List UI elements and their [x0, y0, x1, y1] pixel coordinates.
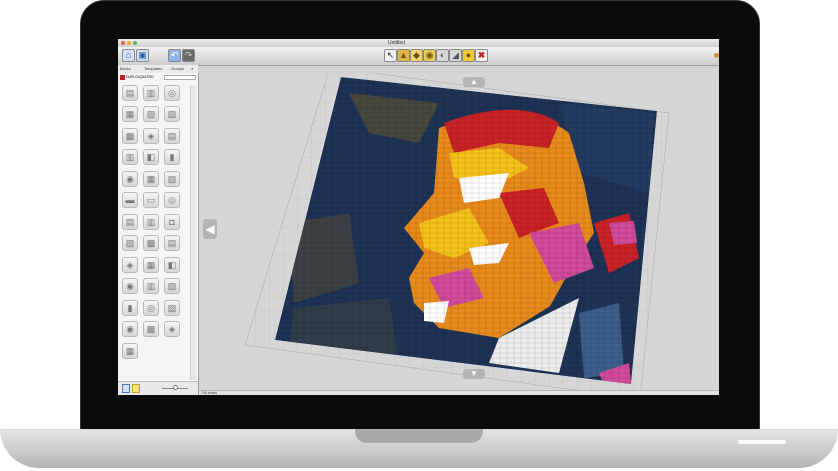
home-icon[interactable]: ⌂: [122, 49, 135, 62]
clone-icon[interactable]: ◆: [410, 49, 423, 62]
minimize-window-button[interactable]: [127, 41, 131, 45]
palette-footer: [118, 381, 198, 395]
brick-thumbnail[interactable]: ◎: [143, 300, 159, 316]
laptop-notch: [355, 429, 483, 443]
brick-thumbnail[interactable]: ▥: [143, 214, 159, 230]
tab-templates[interactable]: Templates: [144, 65, 162, 73]
brick-thumbnail[interactable]: ▭: [143, 192, 159, 208]
delete-icon[interactable]: ✖: [475, 49, 488, 62]
save-icon[interactable]: ▣: [136, 49, 149, 62]
category-label: DUPLO/QUATRO: [125, 75, 154, 79]
brick-thumbnail[interactable]: ◈: [143, 128, 159, 144]
brick-thumbnail[interactable]: ▦: [122, 343, 138, 359]
brick-thumbnail[interactable]: ◎: [164, 192, 180, 208]
size-slider-knob[interactable]: [173, 385, 178, 390]
zoom-window-button[interactable]: [133, 41, 137, 45]
brick-thumbnail[interactable]: ▧: [164, 278, 180, 294]
palette-scrollbar[interactable]: [190, 85, 196, 380]
brick-thumbnail[interactable]: ▩: [122, 128, 138, 144]
brick-thumbnail[interactable]: ▦: [143, 257, 159, 273]
pan-up-button[interactable]: ▲: [463, 77, 485, 87]
toolbar-indicator: [714, 53, 719, 58]
brick-thumbnail[interactable]: ▨: [164, 300, 180, 316]
app-screen: Untitled ⌂ ▣ ↶ ↷ ↖ ▲ ◆ ◉ ◐ ◢ ● ✖ Bricks …: [118, 39, 719, 395]
mosaic-canvas[interactable]: [199, 66, 719, 395]
brick-thumbnail[interactable]: ▥: [143, 278, 159, 294]
brick-thumbnail[interactable]: ▮: [164, 149, 180, 165]
hinge-icon[interactable]: ◉: [423, 49, 436, 62]
paint-bucket-icon[interactable]: ◢: [449, 49, 462, 62]
main-toolbar: ⌂ ▣ ↶ ↷ ↖ ▲ ◆ ◉ ◐ ◢ ● ✖: [118, 47, 719, 66]
close-window-button[interactable]: [121, 41, 125, 45]
brick-thumbnail[interactable]: ◧: [143, 149, 159, 165]
brick-thumbnail[interactable]: ◘: [164, 214, 180, 230]
tab-groups[interactable]: Groups: [171, 65, 184, 73]
laptop-indicator-light: [738, 440, 786, 444]
brick-thumbnail[interactable]: ▧: [164, 171, 180, 187]
brick-thumbnail[interactable]: ▦: [122, 106, 138, 122]
portrait-mosaic: [275, 77, 657, 384]
brick-thumbnail[interactable]: ◈: [164, 321, 180, 337]
brick-thumbnail[interactable]: ▤: [164, 128, 180, 144]
brick-thumbnail[interactable]: ▥: [143, 85, 159, 101]
brick-thumbnail[interactable]: ▮: [122, 300, 138, 316]
search-input[interactable]: [164, 75, 196, 80]
select-icon[interactable]: ↖: [384, 49, 397, 62]
status-bar: 768 bricks: [199, 390, 719, 395]
redo-icon[interactable]: ↷: [182, 49, 195, 62]
brick-thumbnail[interactable]: ▨: [164, 106, 180, 122]
brick-thumbnail[interactable]: ▥: [122, 149, 138, 165]
brick-thumbnail[interactable]: ▤: [122, 214, 138, 230]
brick-thumbnail[interactable]: ◈: [122, 257, 138, 273]
add-tab-icon[interactable]: ●: [191, 65, 193, 73]
brick-thumbnail[interactable]: ◉: [122, 321, 138, 337]
hide-icon[interactable]: ●: [462, 49, 475, 62]
brick-thumbnail[interactable]: ▤: [164, 235, 180, 251]
undo-icon[interactable]: ↶: [168, 49, 181, 62]
window-title: Untitled: [388, 40, 405, 46]
brick-thumbnail[interactable]: ▦: [143, 171, 159, 187]
pan-down-button[interactable]: ▼: [463, 369, 485, 379]
brick-thumbnail[interactable]: ▨: [122, 235, 138, 251]
pan-left-button[interactable]: ◀: [203, 219, 217, 239]
build-viewport[interactable]: ◀ ▲ ▼: [199, 66, 719, 395]
brick-thumbnail[interactable]: ▩: [143, 321, 159, 337]
brick-thumbnail[interactable]: ▤: [122, 85, 138, 101]
brick-thumbnail[interactable]: ▩: [143, 235, 159, 251]
tab-bricks[interactable]: Bricks: [120, 65, 131, 73]
brick-thumbnail[interactable]: ◉: [122, 278, 138, 294]
brick-palette: DUPLO/QUATRO ▤ ▥ ◎ ▦ ▧ ▨ ▩ ◈ ▤ ▥ ◧ ▮ ◉ ▦…: [118, 73, 199, 395]
category-icon: [120, 75, 125, 80]
status-text: 768 bricks: [201, 391, 217, 395]
brick-thumbnail[interactable]: ▬: [122, 192, 138, 208]
paint-icon[interactable]: ▲: [397, 49, 410, 62]
flex-icon[interactable]: ◐: [436, 49, 449, 62]
brick-thumbnail[interactable]: ◧: [164, 257, 180, 273]
brick-thumbnail[interactable]: ▧: [143, 106, 159, 122]
view-mode-icon[interactable]: [122, 384, 130, 393]
info-icon[interactable]: [132, 384, 140, 393]
brick-thumbnail[interactable]: ◎: [164, 85, 180, 101]
category-selector[interactable]: DUPLO/QUATRO: [120, 74, 196, 81]
brick-thumbnail[interactable]: ◉: [122, 171, 138, 187]
